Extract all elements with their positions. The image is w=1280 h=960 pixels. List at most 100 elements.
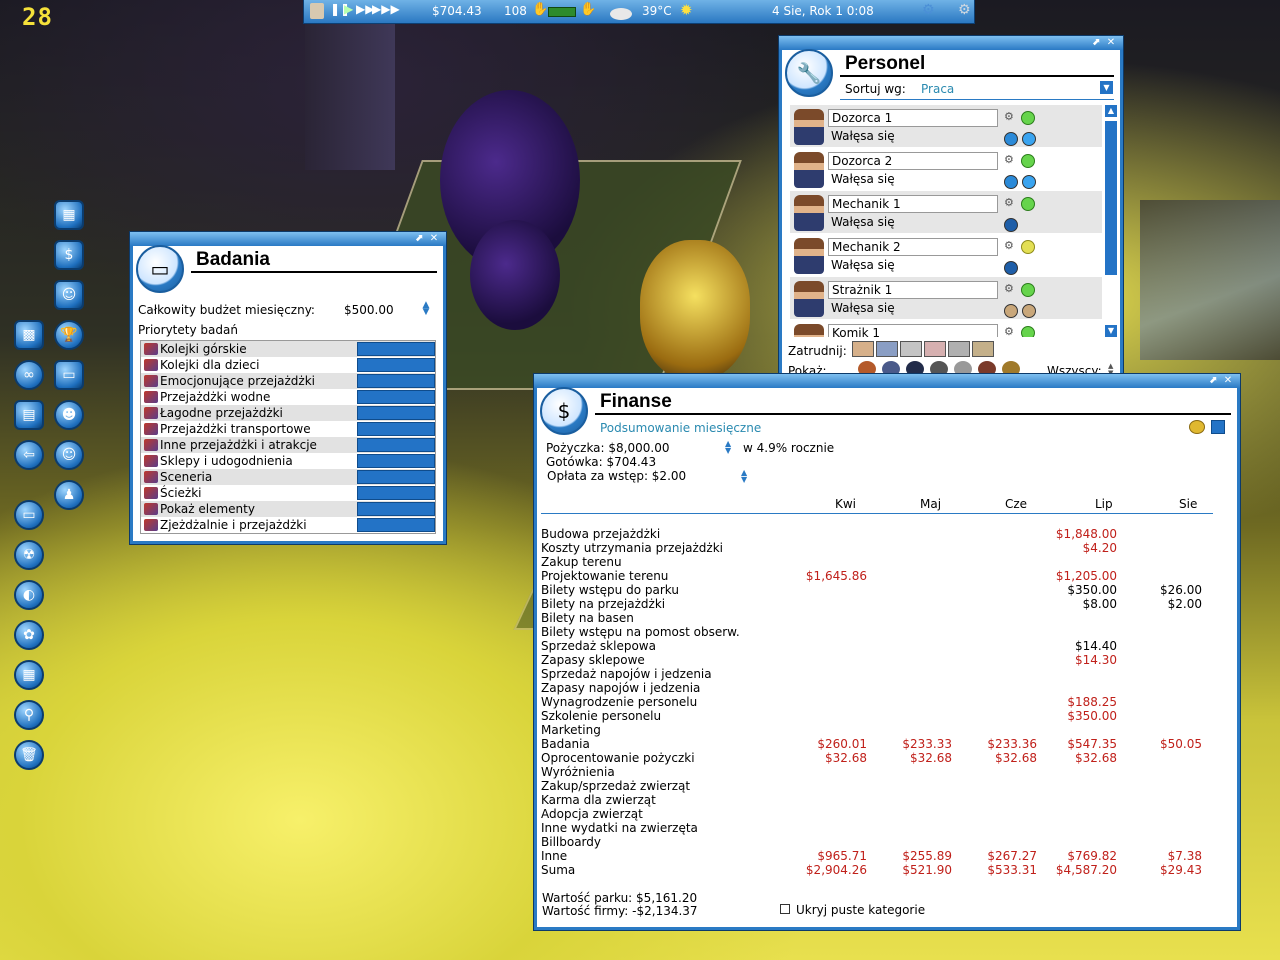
save-load-button[interactable]: ▤ — [14, 400, 44, 430]
play-button[interactable]: ▶ — [344, 2, 353, 16]
temperature-display[interactable]: 39°C — [642, 4, 672, 18]
staff-button[interactable]: ☺ — [54, 280, 84, 310]
priority-slider[interactable] — [357, 470, 435, 484]
list-item[interactable]: Zjeżdżalnie i przejażdżki — [141, 517, 435, 533]
hire-janitor-icon[interactable] — [852, 341, 874, 357]
finance-subtitle[interactable]: Podsumowanie miesięczne — [600, 421, 761, 435]
rides-button[interactable]: ☢ — [14, 540, 44, 570]
pin-icon[interactable]: ⬈ — [413, 233, 425, 245]
park-map-button[interactable]: ▩ — [14, 320, 44, 350]
scroll-thumb[interactable] — [1105, 121, 1117, 275]
staff-avatar[interactable] — [794, 281, 824, 317]
finances-button[interactable]: $ — [54, 240, 84, 270]
list-item[interactable]: Kolejki dla dzieci — [141, 357, 435, 373]
hire-zookeeper-icon[interactable] — [972, 341, 994, 357]
close-icon[interactable]: ✕ — [1222, 375, 1234, 387]
staff-scrollbar[interactable]: ▲ ▼ — [1104, 105, 1118, 337]
staff-avatar[interactable] — [794, 195, 824, 231]
menu-icon[interactable] — [310, 3, 324, 19]
money-display[interactable]: $704.43 — [432, 4, 482, 18]
close-icon[interactable]: ✕ — [1105, 37, 1117, 49]
priority-slider[interactable] — [357, 438, 435, 452]
guests-button[interactable]: ☺ — [54, 440, 84, 470]
list-item[interactable]: Emocjonujące przejażdżki — [141, 373, 435, 389]
priority-slider[interactable] — [357, 502, 435, 516]
sort-dropdown-chevron-down-icon[interactable]: ▼ — [1100, 81, 1113, 94]
priority-slider[interactable] — [357, 374, 435, 388]
camera-icon[interactable]: ⚙ — [958, 2, 971, 18]
hire-guard-icon[interactable] — [900, 341, 922, 357]
staff-row[interactable]: Komik 1 ⚙ — [790, 320, 1102, 337]
staff-avatar[interactable] — [794, 152, 824, 188]
staff-orders-icon[interactable]: ⚙ — [1004, 282, 1018, 296]
uniform-color-icon[interactable] — [1004, 261, 1018, 275]
staff-row[interactable]: Dozorca 2 Wałęsa się ⚙ — [790, 148, 1102, 191]
list-item[interactable]: Przejażdżki wodne — [141, 389, 435, 405]
staff-row[interactable]: Dozorca 1 Wałęsa się ⚙ — [790, 105, 1102, 148]
staff-name-field[interactable]: Dozorca 1 — [828, 109, 998, 127]
uniform-color-icon[interactable] — [1022, 175, 1036, 189]
chart-button[interactable]: ▭ — [14, 500, 44, 530]
graph-icon[interactable] — [1211, 420, 1225, 434]
uniform-color-icon[interactable] — [1004, 175, 1018, 189]
uniform-color-icon[interactable] — [1004, 218, 1018, 232]
sort-value[interactable]: Praca — [921, 82, 954, 96]
list-item[interactable]: Kolejki górskie — [141, 341, 435, 357]
list-item[interactable]: Pokaż elementy — [141, 501, 435, 517]
date-display[interactable]: 4 Sie, Rok 1 0:08 — [772, 4, 874, 18]
priority-slider[interactable] — [357, 390, 435, 404]
list-item[interactable]: Ścieżki — [141, 485, 435, 501]
priority-slider[interactable] — [357, 358, 435, 372]
list-item[interactable]: Łagodne przejażdżki — [141, 405, 435, 421]
guest-count[interactable]: 108 — [504, 4, 527, 18]
park-management-button[interactable]: ▦ — [54, 200, 84, 230]
hire-vendor-icon[interactable] — [948, 341, 970, 357]
budget-stepper[interactable]: ▲ ▼ — [419, 301, 433, 317]
staff-orders-icon[interactable]: ⚙ — [1004, 239, 1018, 253]
staff-name-field[interactable]: Mechanik 2 — [828, 238, 998, 256]
uniform-color-icon[interactable] — [1004, 132, 1018, 146]
scroll-up-icon[interactable]: ▲ — [1105, 105, 1117, 117]
shops-button[interactable]: ◐ — [14, 580, 44, 610]
priority-slider[interactable] — [357, 486, 435, 500]
scenery-button[interactable]: ✿ — [14, 620, 44, 650]
hide-empty-checkbox[interactable] — [780, 904, 790, 914]
priority-slider[interactable] — [357, 518, 435, 532]
budget-value[interactable]: $500.00 — [344, 303, 394, 317]
coins-icon[interactable] — [1189, 420, 1205, 434]
staff-name-field[interactable]: Komik 1 — [828, 324, 998, 337]
uniform-color-icon[interactable] — [1004, 304, 1018, 318]
loan-stepper[interactable]: ▲ ▼ — [725, 440, 737, 455]
terrain-button[interactable]: ▦ — [14, 660, 44, 690]
paths-button[interactable]: ⚲ — [14, 700, 44, 730]
guest-info-button[interactable]: ☻ — [54, 400, 84, 430]
pin-icon[interactable]: ⬈ — [1207, 375, 1219, 387]
list-item[interactable]: Sceneria — [141, 469, 435, 485]
entry-fee-stepper[interactable]: ▲ ▼ — [741, 469, 753, 484]
staff-orders-icon[interactable]: ⚙ — [1004, 196, 1018, 210]
priority-slider[interactable] — [357, 342, 435, 356]
close-icon[interactable]: ✕ — [428, 233, 440, 245]
back-button[interactable]: ⇦ — [14, 440, 44, 470]
list-item[interactable]: Sklepy i udogodnienia — [141, 453, 435, 469]
options-icon[interactable]: ⚙ — [922, 2, 935, 18]
priority-slider[interactable] — [357, 406, 435, 420]
priority-slider[interactable] — [357, 422, 435, 436]
staff-name-field[interactable]: Dozorca 2 — [828, 152, 998, 170]
hire-mechanic-icon[interactable] — [876, 341, 898, 357]
staff-orders-icon[interactable]: ⚙ — [1004, 153, 1018, 167]
list-item[interactable]: Przejażdżki transportowe — [141, 421, 435, 437]
awards-button[interactable]: 🏆 — [54, 320, 84, 350]
uniform-color-icon[interactable] — [1022, 304, 1036, 318]
pin-icon[interactable]: ⬈ — [1090, 37, 1102, 49]
priority-slider[interactable] — [357, 454, 435, 468]
scroll-down-icon[interactable]: ▼ — [1105, 325, 1117, 337]
staff-name-field[interactable]: Mechanik 1 — [828, 195, 998, 213]
staff-name-field[interactable]: Strażnik 1 — [828, 281, 998, 299]
hire-entertainer-icon[interactable] — [924, 341, 946, 357]
staff-avatar[interactable] — [794, 324, 824, 337]
fastest-forward-button[interactable]: ▶▶▶ — [372, 2, 400, 16]
staff-row[interactable]: Mechanik 1 Wałęsa się ⚙ — [790, 191, 1102, 234]
staff-orders-icon[interactable]: ⚙ — [1004, 325, 1018, 337]
staff-avatar[interactable] — [794, 238, 824, 274]
